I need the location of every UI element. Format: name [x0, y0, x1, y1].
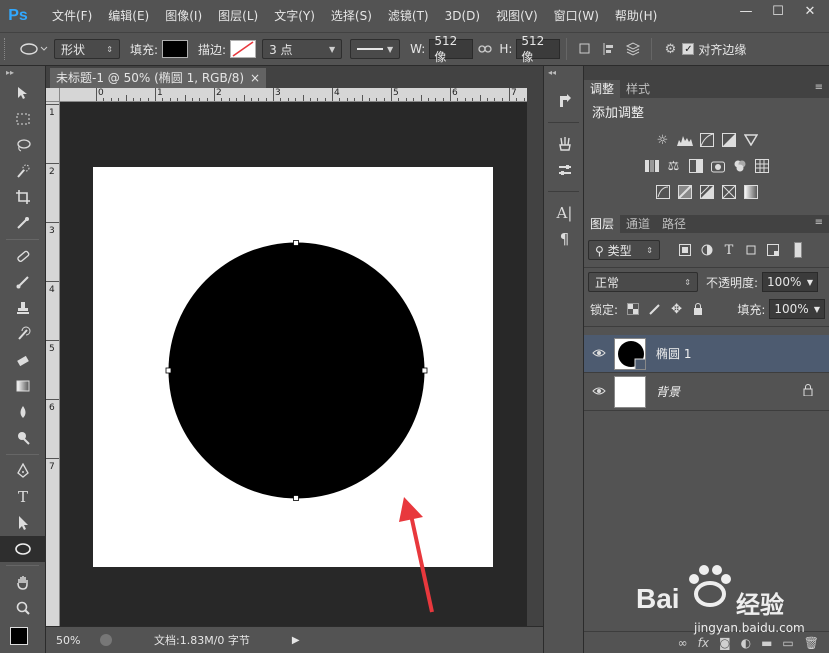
fill-opacity-value: 100% — [774, 302, 809, 316]
lock-all-icon[interactable] — [690, 300, 708, 318]
chevron-down-icon: ▼ — [806, 277, 814, 287]
anchor-point-top[interactable] — [293, 240, 299, 246]
lock-image-icon[interactable] — [646, 300, 664, 318]
adjustment-icons-row-1: ☼ — [584, 129, 829, 151]
filter-shape-icon[interactable] — [742, 241, 760, 259]
color-balance-icon[interactable]: ⚖ — [665, 157, 683, 175]
lock-position-icon[interactable]: ✥ — [668, 300, 686, 318]
document-status-icon[interactable] — [100, 634, 112, 646]
watermark-brand-cn: 经验 — [736, 591, 784, 619]
layer-thumbnail[interactable] — [614, 375, 646, 408]
tool-presets-icon[interactable] — [544, 157, 585, 183]
brightness-contrast-icon[interactable]: ☼ — [654, 131, 672, 149]
invert-icon[interactable] — [654, 183, 672, 201]
opacity-value: 100% — [767, 275, 802, 289]
panel-menu-icon[interactable]: ≡ — [815, 82, 823, 93]
selective-color-icon[interactable] — [720, 183, 738, 201]
layer-row-background[interactable]: 背景 — [584, 373, 829, 411]
character-panel-icon[interactable]: A| — [544, 200, 585, 226]
document-info: 文档:1.83M/0 字节 — [154, 634, 250, 647]
color-lookup-icon[interactable] — [753, 157, 771, 175]
status-bar: 50% 文档:1.83M/0 字节 ▶ — [46, 626, 543, 653]
layer-name[interactable]: 背景 — [656, 383, 680, 400]
blend-opacity-row: 正常 ⇕ 不透明度: 100% ▼ — [584, 268, 829, 296]
curves-icon[interactable] — [698, 131, 716, 149]
fill-opacity-label: 填充: — [737, 302, 766, 317]
opacity-input[interactable]: 100% ▼ — [762, 272, 819, 292]
opacity-label: 不透明度: — [706, 275, 759, 290]
levels-icon[interactable] — [676, 131, 694, 149]
filter-pixel-icon[interactable] — [676, 241, 694, 259]
tab-channels[interactable]: 通道 — [620, 215, 656, 233]
photo-filter-icon[interactable] — [709, 157, 727, 175]
threshold-icon[interactable] — [698, 183, 716, 201]
lock-icon — [803, 384, 813, 399]
tab-paths[interactable]: 路径 — [656, 215, 692, 233]
lock-transparent-icon[interactable] — [624, 300, 642, 318]
brush-presets-icon[interactable] — [544, 131, 585, 157]
collapsed-panels-strip: ◂◂ A| ¶ — [543, 66, 584, 653]
paw-logo — [689, 565, 731, 607]
baidu-watermark: Bai 经验 jingyan.baidu.com — [636, 563, 826, 643]
layer-row-ellipse[interactable]: 椭圆 1 — [584, 335, 829, 373]
tab-adjustments[interactable]: 调整 — [584, 80, 621, 98]
fill-opacity-input[interactable]: 100% ▼ — [769, 299, 825, 319]
anchor-point-bottom[interactable] — [293, 495, 299, 501]
filter-smart-object-icon[interactable] — [764, 241, 782, 259]
tab-styles[interactable]: 样式 — [620, 80, 656, 98]
updown-icon: ⇕ — [646, 245, 653, 255]
blend-mode-select[interactable]: 正常 ⇕ — [588, 272, 698, 292]
chevron-down-icon: ▼ — [813, 304, 820, 314]
paragraph-panel-icon[interactable]: ¶ — [544, 226, 585, 252]
zoom-level[interactable]: 50% — [56, 634, 92, 647]
ellipse-shape[interactable] — [168, 242, 425, 499]
lock-fill-row: 锁定: ✥ 填充: 100% ▼ — [584, 296, 829, 322]
eye-icon[interactable] — [584, 385, 614, 399]
panel-menu-icon[interactable]: ≡ — [815, 217, 823, 228]
lock-label: 锁定: — [590, 302, 619, 317]
anchor-point-left[interactable] — [165, 367, 172, 374]
posterize-icon[interactable] — [676, 183, 694, 201]
gradient-map-icon[interactable] — [742, 183, 760, 201]
strip-collapse-icon[interactable]: ◂◂ — [544, 66, 583, 80]
layers-tabs: 图层 通道 路径 ≡ — [584, 215, 829, 233]
layer-filter-select[interactable]: ⚲ 类型 ⇕ — [588, 240, 660, 260]
adjustment-icons-row-3 — [584, 181, 829, 203]
layer-filter-value: 类型 — [607, 243, 632, 258]
layer-name[interactable]: 椭圆 1 — [656, 345, 691, 362]
status-menu-arrow-icon[interactable]: ▶ — [292, 635, 300, 646]
watermark-url: jingyan.baidu.com — [694, 621, 805, 635]
search-icon: ⚲ — [595, 243, 608, 258]
red-arrow-annotation — [399, 497, 434, 613]
adjustment-icons-row-2: ⚖ — [584, 155, 829, 177]
adjustments-tabs: 调整 样式 ≡ — [584, 80, 829, 98]
vertical-scrollbar[interactable] — [527, 88, 543, 626]
history-panel-icon[interactable] — [544, 88, 585, 114]
hue-saturation-icon[interactable] — [643, 157, 661, 175]
vibrance-icon[interactable] — [742, 131, 760, 149]
filter-adjustment-icon[interactable] — [698, 241, 716, 259]
channel-mixer-icon[interactable] — [731, 157, 749, 175]
updown-icon: ⇕ — [684, 277, 691, 287]
black-white-icon[interactable] — [687, 157, 705, 175]
anchor-point-right[interactable] — [421, 367, 428, 374]
filter-toggle-switch[interactable] — [794, 242, 802, 258]
watermark-brand: Bai — [636, 583, 680, 614]
eye-icon[interactable] — [584, 347, 614, 361]
adjustments-title: 添加调整 — [592, 106, 645, 121]
blend-mode-value: 正常 — [595, 275, 620, 290]
filter-type-icon[interactable]: T — [720, 241, 738, 259]
exposure-icon[interactable] — [720, 131, 738, 149]
layer-filter-row: ⚲ 类型 ⇕ T — [584, 233, 829, 267]
layer-thumbnail[interactable] — [614, 337, 646, 370]
tab-layers[interactable]: 图层 — [584, 215, 621, 233]
